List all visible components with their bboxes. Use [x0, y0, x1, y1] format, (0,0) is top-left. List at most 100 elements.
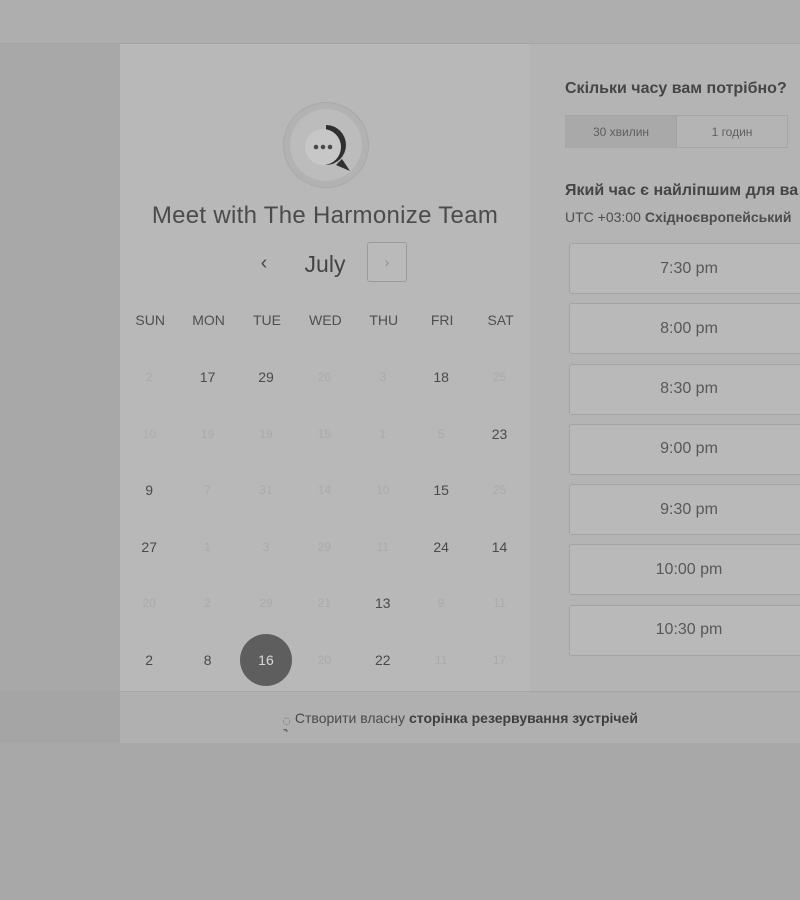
calendar-week: 9 7 31 14 10 15 25 [120, 462, 530, 519]
calendar-day[interactable]: 23 [470, 406, 528, 463]
weekday-label: TUE [252, 312, 281, 328]
calendar-day[interactable]: 2 [120, 632, 178, 689]
day-number: 17 [492, 652, 507, 667]
calendar-week: 20 2 29 21 13 9 11 [120, 575, 530, 632]
day-number: 2 [145, 651, 154, 668]
calendar-day[interactable]: 9 [120, 462, 178, 519]
weekday-header: SUN MON TUE WED THU FRI SAT [120, 312, 530, 328]
calendar-day: 2 [120, 349, 178, 406]
day-number: 26 [317, 370, 332, 385]
duration-title: Скільки часу вам потрібно? [565, 80, 787, 97]
calendar-day: 26 [295, 349, 353, 406]
day-number: 9 [437, 596, 445, 611]
day-number: 18 [433, 369, 449, 386]
calendar-day: 14 [295, 462, 353, 519]
time-slot-button[interactable]: 10:00 pm [569, 544, 800, 596]
weekday-label: THU [369, 312, 399, 328]
time-slot-button[interactable]: 9:00 pm [569, 423, 800, 475]
calendar-day: 21 [295, 575, 353, 632]
footer-link-strong[interactable]: сторінка резервування зустрічей [409, 710, 638, 726]
day-number: 24 [433, 538, 449, 555]
month-navigation: ‹ July › [120, 242, 530, 286]
calendar-day[interactable]: 13 [354, 575, 412, 632]
time-slot-list: 7:30 pm 8:00 pm 8:30 pm 9:00 pm 9:30 pm 10:00… [569, 243, 800, 665]
duration-option-1-hour[interactable]: 1 годин [677, 116, 787, 147]
day-number: 29 [259, 596, 273, 611]
calendar-week: 2 8 16 20 22 11 17 [120, 632, 530, 689]
footer-link-text[interactable]: Створити власну [295, 710, 405, 726]
day-number: 10 [376, 483, 390, 498]
day-number: 11 [493, 596, 506, 611]
calendar-day: 17 [470, 632, 528, 689]
calendar-day[interactable]: 18 [412, 349, 470, 406]
calendar-day: 1 [178, 519, 236, 576]
calendar-day: 29 [295, 519, 353, 576]
calendar-day: 25 [470, 462, 528, 519]
footer-bar: ᢩ Створити власну сторінка резервування … [120, 691, 800, 743]
day-number: 5 [437, 426, 445, 441]
calendar-day: 1 [354, 406, 412, 463]
day-number: 17 [199, 369, 216, 386]
calendar-week: 2 17 29 26 3 18 25 [120, 349, 530, 406]
calendar-panel: Meet with The Harmonize Team ‹ July › SU… [120, 44, 530, 691]
calendar-day: 20 [295, 632, 353, 689]
day-number: 15 [433, 482, 449, 499]
calendar-day[interactable]: 22 [354, 632, 412, 689]
calendar-day: 10 [120, 406, 178, 463]
weekday-label: MON [192, 312, 225, 328]
weekday-label: WED [309, 312, 342, 328]
duration-option-30-min[interactable]: 30 хвилин [566, 116, 677, 147]
calendar-day-selected[interactable]: 16 [237, 632, 295, 689]
day-number: 20 [142, 596, 156, 611]
calendar-day: 29 [237, 575, 295, 632]
top-background-band [0, 0, 800, 44]
day-number: 16 [239, 633, 292, 686]
calendar-day[interactable]: 27 [120, 519, 178, 576]
day-number: 25 [492, 483, 507, 498]
time-slot-button[interactable]: 10:30 pm [569, 604, 800, 656]
calendar-day[interactable]: 29 [237, 349, 295, 406]
calendar-day: 20 [120, 575, 178, 632]
time-title: Який час є найліпшим для ва [565, 182, 799, 199]
calendar-day: 19 [178, 406, 236, 463]
day-number: 19 [200, 426, 215, 441]
day-number: 14 [317, 483, 332, 498]
calendar-grid: 2 17 29 26 3 18 25 10 19 19 15 1 5 23 9 7 31 14 10 15 25 27 1 3… [120, 349, 530, 688]
timezone-offset: UTC +03:00 [565, 209, 641, 225]
day-number: 13 [374, 595, 391, 612]
time-slot-button[interactable]: 8:00 pm [569, 303, 800, 355]
next-month-button[interactable]: › [367, 242, 407, 282]
calendar-day[interactable]: 14 [470, 519, 528, 576]
calendar-day: 31 [237, 462, 295, 519]
time-slot-button[interactable]: 7:30 pm [569, 243, 800, 294]
calendar-day: 2 [178, 575, 236, 632]
calendar-day: 19 [237, 406, 295, 463]
calendar-day: 15 [295, 406, 353, 463]
day-number: 8 [203, 651, 212, 668]
time-slot-button[interactable]: 9:30 pm [569, 484, 800, 536]
prev-month-button[interactable]: ‹ [246, 245, 282, 281]
calendar-day[interactable]: 8 [178, 632, 236, 689]
day-number: 14 [491, 538, 508, 555]
calendar-week: 27 1 3 29 11 24 14 [120, 519, 530, 576]
calendar-week: 10 19 19 15 1 5 23 [120, 406, 530, 463]
calendar-day[interactable]: 17 [178, 349, 236, 406]
day-number: 2 [145, 370, 153, 385]
day-number: 27 [141, 538, 157, 555]
calendar-day[interactable]: 24 [412, 519, 470, 576]
calendar-day: 11 [412, 632, 470, 689]
day-number: 29 [258, 369, 274, 386]
weekday-label: SUN [135, 312, 165, 328]
month-label: July [304, 251, 346, 277]
calendar-day: 9 [412, 575, 470, 632]
chat-bubble-icon [290, 109, 362, 181]
day-number: 10 [142, 426, 156, 441]
duration-selector: 30 хвилин 1 годин [565, 115, 788, 148]
day-number: 22 [374, 651, 391, 668]
calendar-day: 5 [412, 406, 470, 463]
timezone-label[interactable]: UTC +03:00 Східноєвропейський [565, 209, 791, 225]
team-avatar [283, 102, 369, 188]
time-slot-button[interactable]: 8:30 pm [569, 363, 800, 415]
calendar-day: 10 [354, 462, 412, 519]
calendar-day[interactable]: 15 [412, 462, 470, 519]
